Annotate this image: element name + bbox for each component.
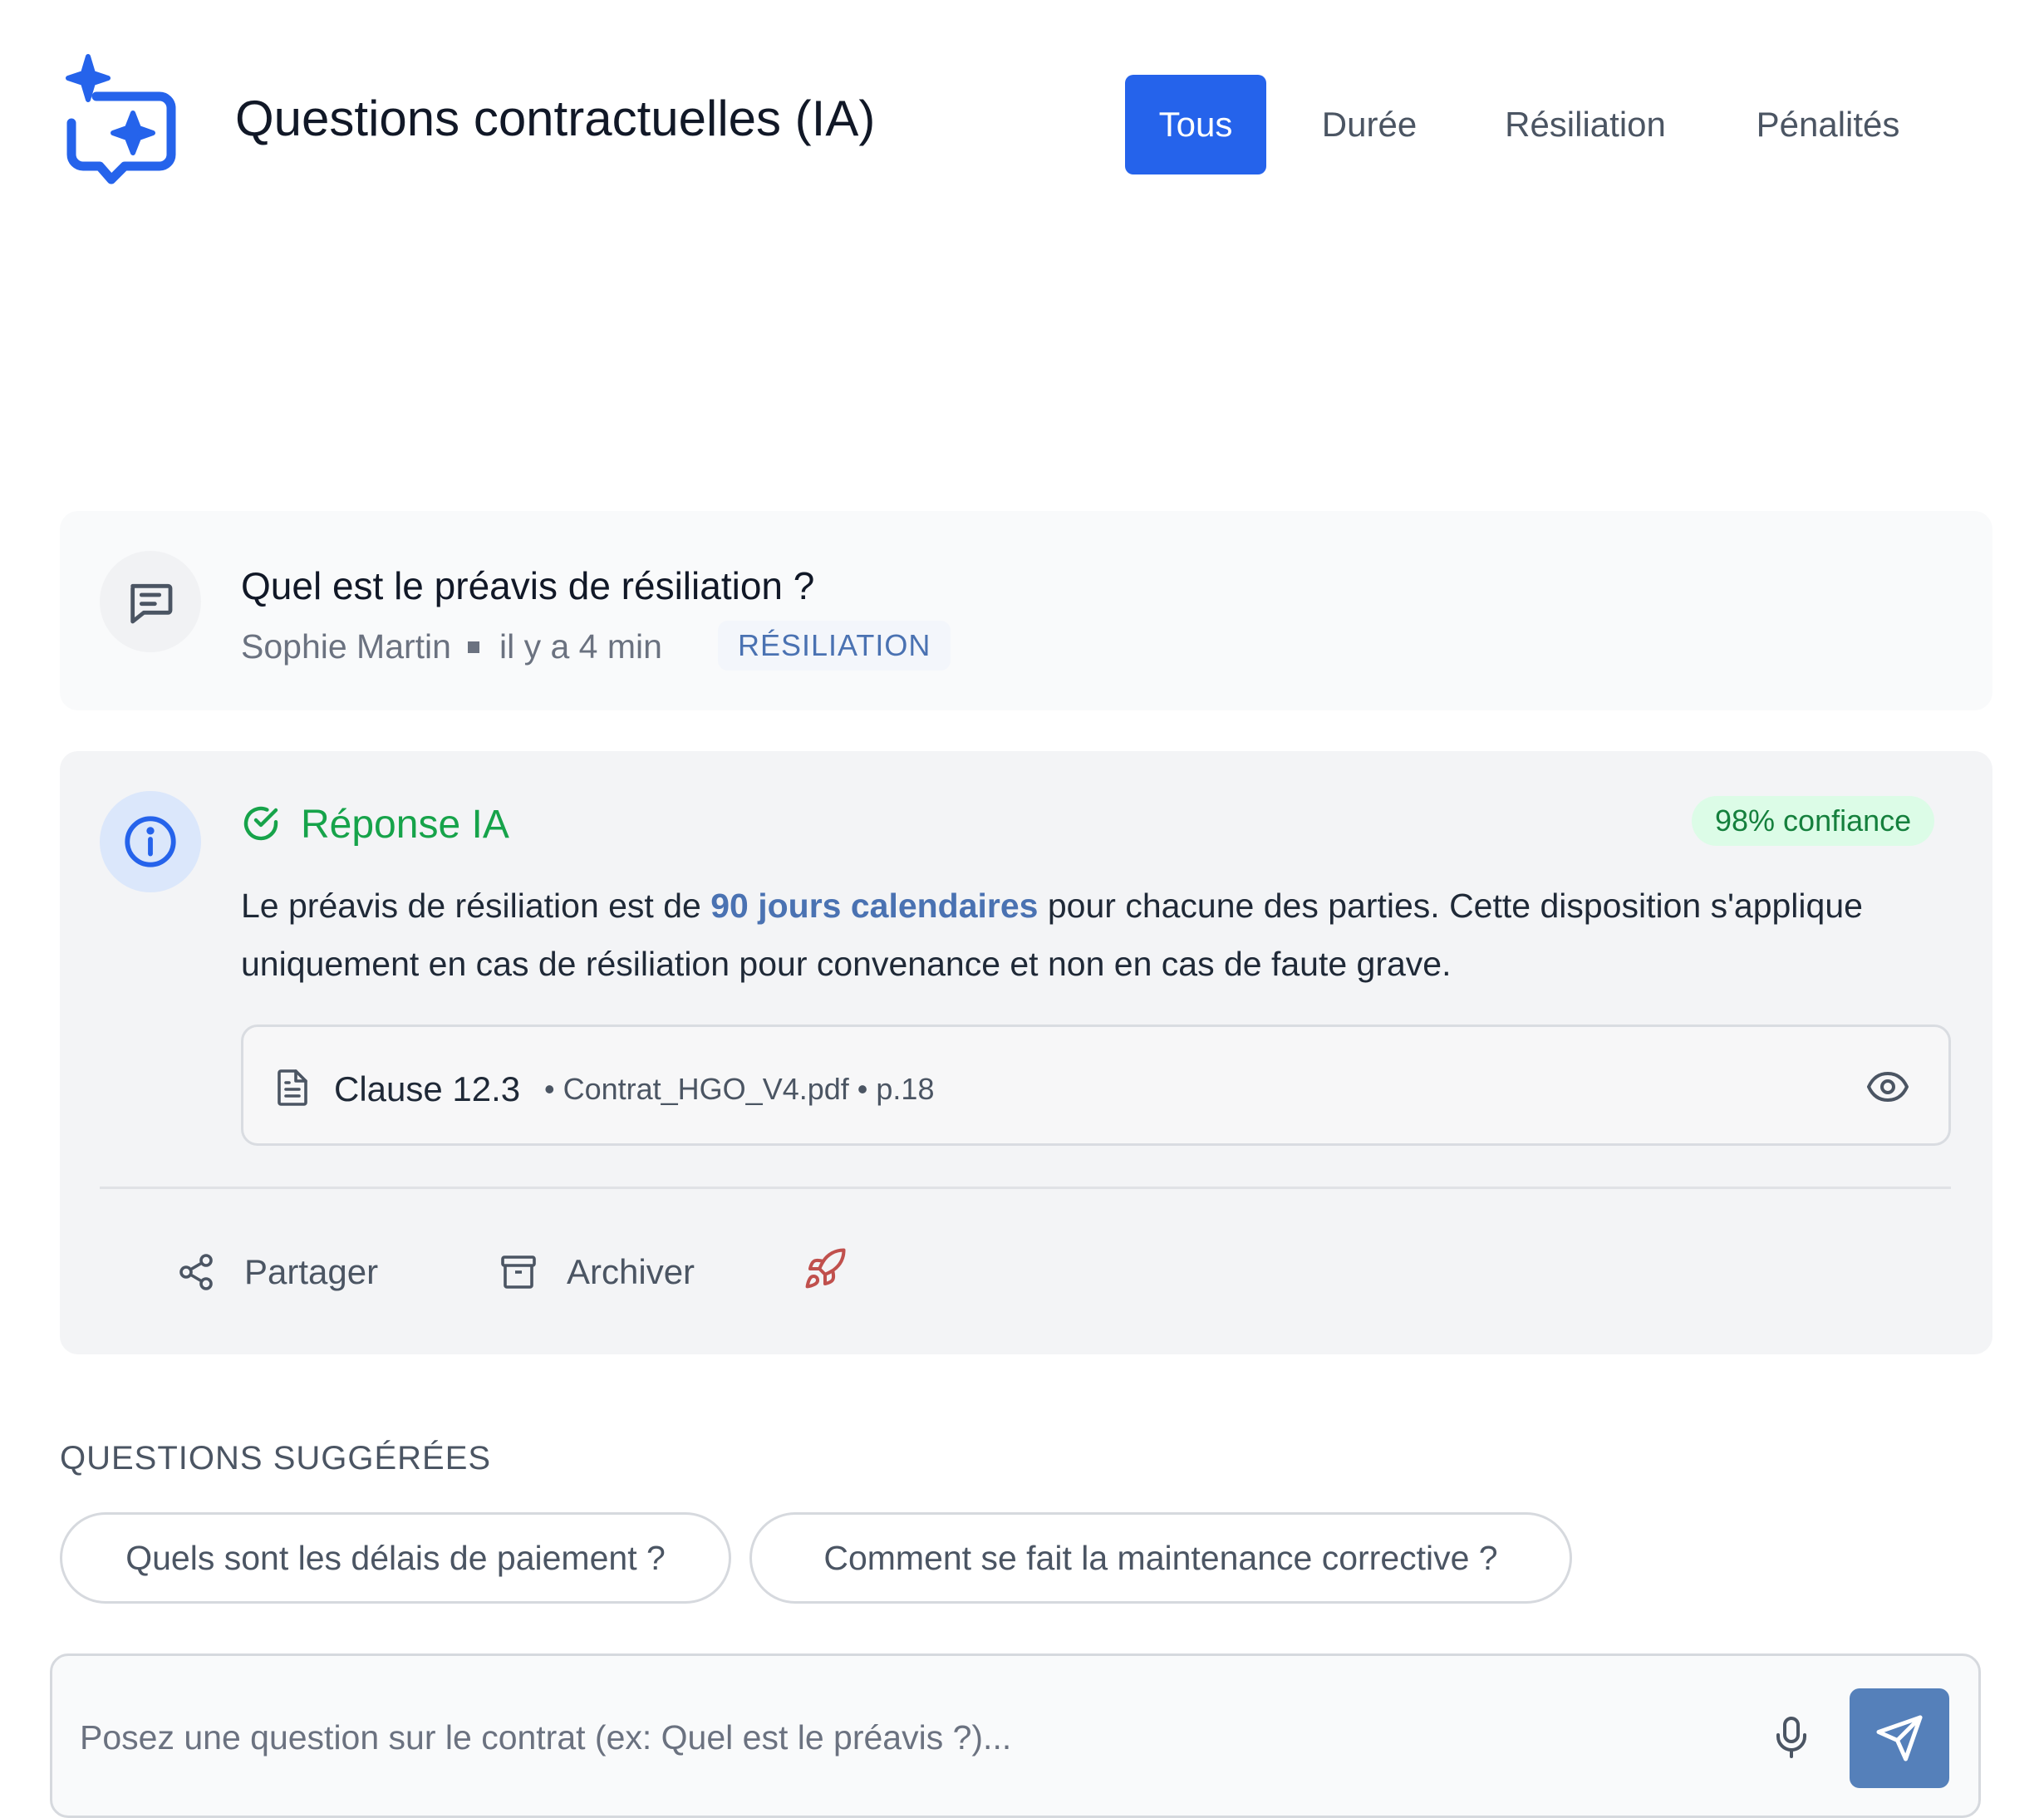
- archive-label: Archiver: [567, 1252, 695, 1291]
- question-author: Sophie Martin: [241, 627, 451, 666]
- separator: [467, 641, 479, 653]
- question-time: il y a 4 min: [499, 627, 662, 666]
- send-button[interactable]: [1850, 1688, 1949, 1788]
- document-icon: [274, 1068, 311, 1108]
- answer-text: Le préavis de résiliation est de 90 jour…: [241, 877, 1944, 993]
- question-input[interactable]: [80, 1708, 1742, 1766]
- eye-icon[interactable]: [1866, 1069, 1909, 1105]
- message-icon: [100, 551, 201, 652]
- rocket-icon[interactable]: [803, 1246, 848, 1291]
- source-file: • Contrat_HGO_V4.pdf • p.18: [544, 1072, 935, 1106]
- send-icon: [1876, 1715, 1923, 1761]
- question-meta: Sophie Martin il y a 4 min: [241, 627, 662, 666]
- share-label: Partager: [244, 1252, 379, 1291]
- answer-text-start: Le préavis de résiliation est de: [241, 887, 711, 925]
- question-card: [60, 511, 1992, 710]
- source-clause: Clause 12.3: [334, 1069, 521, 1108]
- suggestions-title: QUESTIONS SUGGÉRÉES: [60, 1440, 492, 1477]
- share-button[interactable]: Partager: [176, 1242, 378, 1302]
- confidence-badge: 98% confiance: [1692, 796, 1935, 846]
- share-icon: [179, 1254, 213, 1290]
- tab-resiliation[interactable]: Résiliation: [1487, 75, 1683, 174]
- suggestion-chip[interactable]: Comment se fait la maintenance correctiv…: [749, 1512, 1572, 1604]
- archive-icon: [501, 1255, 536, 1289]
- category-tag: RÉSILIATION: [718, 621, 951, 671]
- divider: [100, 1187, 1951, 1189]
- question-text: Quel est le préavis de résiliation ?: [241, 564, 815, 607]
- answer-highlight: 90 jours calendaires: [710, 887, 1039, 925]
- tab-penalites[interactable]: Pénalités: [1737, 75, 1919, 174]
- info-icon: [100, 791, 201, 892]
- ai-chat-sparkle-logo-icon: [53, 52, 186, 188]
- suggestion-chip[interactable]: Quels sont les délais de paiement ?: [60, 1512, 731, 1604]
- page-title: Questions contractuelles (IA): [235, 91, 876, 146]
- archive-button[interactable]: Archiver: [499, 1242, 695, 1302]
- tab-duree[interactable]: Durée: [1305, 75, 1434, 174]
- microphone-icon[interactable]: [1773, 1715, 1810, 1760]
- tab-tous[interactable]: Tous: [1125, 75, 1266, 174]
- answer-title: Réponse IA: [301, 803, 509, 847]
- check-circle-icon: [241, 803, 281, 843]
